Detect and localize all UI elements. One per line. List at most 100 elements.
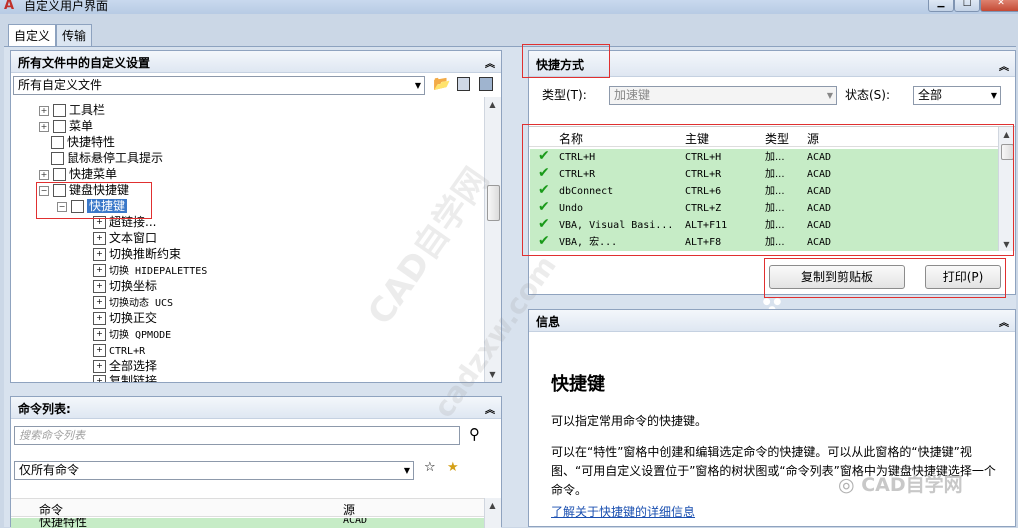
shortcuts-title: 快捷方式 (536, 58, 585, 72)
tab-transfer[interactable]: 传输 (56, 24, 93, 46)
shortcut-row[interactable]: ✔ dbConnect CTRL+6 加... ACAD (530, 182, 999, 200)
chevron-down-icon: ▼ (403, 466, 410, 475)
check-icon: ✔ (538, 182, 550, 198)
tree-child-item[interactable]: + 全部选择 (93, 358, 157, 374)
rollover-tooltip-icon (51, 152, 64, 165)
collapse-icon[interactable]: ︽ (999, 314, 1009, 329)
keyboard-icon (53, 184, 66, 197)
status-value: 全部 (918, 88, 943, 102)
shortcut-name: Undo (559, 203, 584, 214)
shortcut-row[interactable]: ✔ CTRL+R CTRL+R 加... ACAD (530, 165, 999, 183)
splitter-handle[interactable]: ● ● ● (758, 298, 786, 315)
tree-child-item[interactable]: + 超链接... (93, 214, 156, 230)
shortcut-key: CTRL+6 (685, 186, 722, 197)
shortcut-row[interactable]: ✔ VBA, Visual Basi... ALT+F11 加... ACAD (530, 216, 999, 234)
tree-child-item[interactable]: + 切换 QPMODE (93, 326, 171, 342)
tree-item-menu[interactable]: + 菜单 (39, 118, 93, 134)
key-command-icon: + (93, 312, 106, 325)
new-command-icon[interactable]: ★ (447, 460, 459, 475)
tree-item-shortcut-keys[interactable]: − 快捷键 (57, 198, 128, 214)
tree-child-item[interactable]: + 切换坐标 (93, 278, 157, 294)
file-select[interactable]: 所有自定义文件 ▼ (13, 76, 425, 95)
expand-icon[interactable]: + (39, 169, 49, 180)
status-select[interactable]: 全部 ▼ (913, 86, 1001, 105)
minimize-button[interactable]: ▁ (928, 0, 954, 12)
open-file-icon[interactable]: 📂 (433, 76, 450, 92)
save-as-icon[interactable] (479, 77, 493, 91)
find-star-icon[interactable]: ☆ (424, 460, 436, 475)
tree-label: 全部选择 (109, 359, 158, 373)
check-icon: ✔ (538, 165, 550, 181)
tab-customize[interactable]: 自定义 (8, 24, 57, 47)
tree-child-item[interactable]: + 切换正交 (93, 310, 157, 326)
tree-item-quick-props[interactable]: 快捷特性 (51, 134, 115, 150)
command-search-input[interactable]: 搜索命令列表 (14, 426, 460, 445)
col-key[interactable]: 主键 (685, 130, 709, 147)
maximize-button[interactable]: □ (954, 0, 980, 12)
tree-item-toolbar[interactable]: + 工具栏 (39, 102, 105, 118)
scroll-up-icon[interactable]: ▲ (485, 498, 500, 513)
shortcut-type: 加... (765, 152, 785, 163)
collapse-icon[interactable]: ︽ (485, 55, 495, 70)
shortcut-type: 加... (765, 237, 785, 248)
command-filter-select[interactable]: 仅所有命令 ▼ (14, 461, 414, 480)
menu-icon (53, 120, 66, 133)
wechat-icon: ◎ (838, 474, 855, 496)
tree-scrollbar[interactable]: ▲ ▼ (484, 97, 501, 382)
close-button[interactable]: ✕ (980, 0, 1018, 12)
col-source[interactable]: 源 (807, 130, 819, 147)
save-icon[interactable] (457, 77, 470, 91)
col-type[interactable]: 类型 (765, 130, 789, 147)
collapse-icon[interactable]: ︽ (999, 58, 1009, 73)
expand-icon[interactable]: + (39, 105, 49, 116)
scroll-thumb[interactable] (487, 185, 500, 221)
scroll-up-icon[interactable]: ▲ (999, 127, 1014, 142)
collapse-node-icon[interactable]: − (39, 185, 49, 196)
tree-child-item[interactable]: + 切换动态 UCS (93, 294, 173, 310)
shortcut-row[interactable]: ✔ Undo CTRL+Z 加... ACAD (530, 199, 999, 217)
shortcut-keys-icon (71, 200, 84, 213)
tree-item-keyboard-shortcuts[interactable]: − 键盘快捷键 (39, 182, 129, 198)
print-button[interactable]: 打印(P) (925, 265, 1001, 289)
shortcut-source: ACAD (807, 220, 832, 231)
scroll-down-icon[interactable]: ▼ (999, 237, 1014, 251)
shortcut-name: VBA, Visual Basi... (559, 220, 674, 231)
type-select[interactable]: 加速键 ▼ (609, 86, 837, 105)
shortcuts-scrollbar[interactable]: ▲ ▼ (998, 127, 1015, 251)
tree-label: 切换动态 UCS (109, 298, 174, 309)
collapse-node-icon[interactable]: − (57, 201, 67, 212)
shortcut-source: ACAD (807, 186, 832, 197)
scroll-down-icon[interactable]: ▼ (485, 367, 500, 382)
col-source[interactable]: 源 (343, 501, 355, 518)
command-scrollbar[interactable]: ▲ (484, 498, 501, 528)
shortcut-row[interactable]: ✔ CTRL+H CTRL+H 加... ACAD (530, 148, 999, 166)
expand-icon[interactable]: + (39, 121, 49, 132)
key-command-icon: + (93, 344, 106, 357)
collapse-icon[interactable]: ︽ (485, 401, 495, 416)
tree-label: 切换 HIDEPALETTES (109, 266, 208, 277)
tree-label: 快捷特性 (67, 135, 116, 149)
tree-item-rollover[interactable]: 鼠标悬停工具提示 (51, 150, 163, 166)
key-command-icon: + (93, 375, 106, 382)
tree-child-item[interactable]: + 复制链接 (93, 373, 157, 382)
tree-label: 工具栏 (69, 103, 106, 117)
col-name[interactable]: 名称 (559, 130, 583, 147)
tree-child-item[interactable]: + 切换 HIDEPALETTES (93, 262, 207, 278)
info-heading: 快捷键 (551, 374, 605, 395)
shortcut-row[interactable]: ✔ VBA, 宏... ALT+F8 加... ACAD (530, 233, 999, 251)
tree-child-item[interactable]: + CTRL+R (93, 342, 145, 358)
check-icon: ✔ (538, 216, 550, 232)
search-icon[interactable]: ⚲ (469, 425, 480, 443)
tree-item-shortcut-menu[interactable]: + 快捷菜单 (39, 166, 117, 182)
tree-child-item[interactable]: + 文本窗口 (93, 230, 157, 246)
copy-to-clipboard-button[interactable]: 复制到剪贴板 (769, 265, 905, 289)
search-placeholder: 搜索命令列表 (19, 429, 85, 442)
shortcut-type: 加... (765, 203, 785, 214)
scroll-thumb[interactable] (1001, 144, 1014, 160)
col-command[interactable]: 命令 (39, 501, 63, 518)
tree-label-selected: 快捷键 (87, 199, 128, 213)
learn-more-link[interactable]: 了解关于快捷键的详细信息 (551, 503, 695, 520)
tree-child-item[interactable]: + 切换推断约束 (93, 246, 181, 262)
scroll-up-icon[interactable]: ▲ (485, 97, 500, 112)
tree-label: 复制链接 (109, 374, 158, 382)
